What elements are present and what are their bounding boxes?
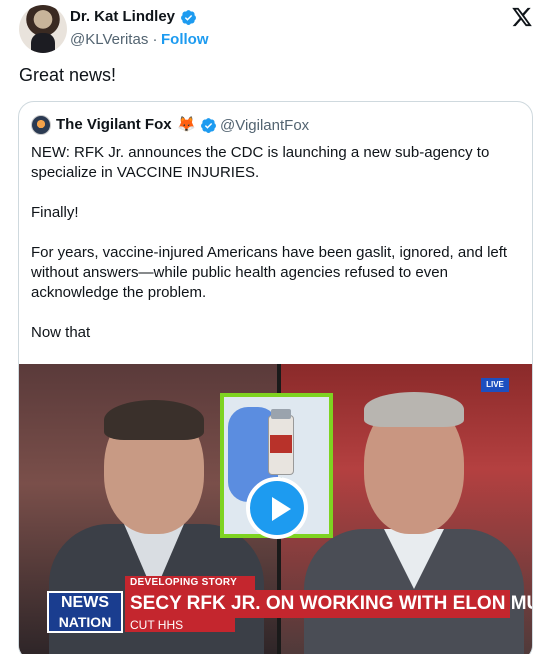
verified-badge-icon bbox=[201, 118, 216, 133]
author-handle[interactable]: @KLVeritas · bbox=[70, 31, 158, 48]
chyron-developing-story: DEVELOPING STORY bbox=[125, 576, 255, 590]
chyron-headline: SECY RFK JR. ON WORKING WITH ELON MUSK T… bbox=[125, 590, 532, 618]
author-avatar[interactable] bbox=[19, 5, 67, 53]
live-badge: LIVE bbox=[481, 378, 509, 392]
network-line-2: NATION bbox=[58, 614, 112, 630]
play-icon bbox=[272, 497, 291, 521]
quoted-avatar[interactable] bbox=[31, 115, 51, 135]
play-button[interactable] bbox=[246, 477, 308, 539]
tweet-card: Dr. Kat Lindley @KLVeritas · Follow Grea… bbox=[0, 0, 550, 654]
right-person-hair bbox=[364, 392, 464, 427]
quoted-author-name[interactable]: The Vigilant Fox bbox=[56, 116, 172, 133]
separator-dot: · bbox=[152, 31, 158, 48]
network-line-1: NEWS bbox=[61, 594, 109, 611]
quoted-paragraph: Now that bbox=[31, 324, 91, 341]
quoted-paragraph: Finally! bbox=[31, 204, 79, 221]
quoted-paragraph: For years, vaccine-injured Americans hav… bbox=[31, 244, 508, 301]
left-person-hair bbox=[104, 400, 204, 440]
quoted-paragraph: NEW: RFK Jr. announces the CDC is launch… bbox=[31, 144, 490, 181]
author-name[interactable]: Dr. Kat Lindley bbox=[70, 8, 175, 25]
vial-cap-shape bbox=[271, 409, 291, 419]
chyron-subline: CUT HHS bbox=[125, 618, 235, 632]
video-player[interactable]: LIVE DEVELOPING STORY SECY RFK JR. ON WO… bbox=[19, 364, 532, 654]
vial-label-shape bbox=[270, 435, 292, 453]
avatar-figure bbox=[31, 33, 55, 53]
x-logo-icon[interactable] bbox=[511, 7, 533, 27]
verified-badge-icon bbox=[181, 10, 196, 25]
author-handle-text[interactable]: @KLVeritas bbox=[70, 31, 148, 48]
quoted-tweet-body: NEW: RFK Jr. announces the CDC is launch… bbox=[31, 143, 523, 363]
fox-emoji-icon: 🦊 bbox=[177, 116, 196, 133]
tweet-text: Great news! bbox=[19, 65, 117, 85]
follow-button[interactable]: Follow bbox=[161, 31, 209, 48]
news-nation-logo: NEWS NATION bbox=[47, 591, 123, 633]
quoted-tweet[interactable]: The Vigilant Fox 🦊 @VigilantFox NEW: RFK… bbox=[18, 101, 533, 654]
quoted-author-handle[interactable]: @VigilantFox bbox=[220, 117, 309, 134]
